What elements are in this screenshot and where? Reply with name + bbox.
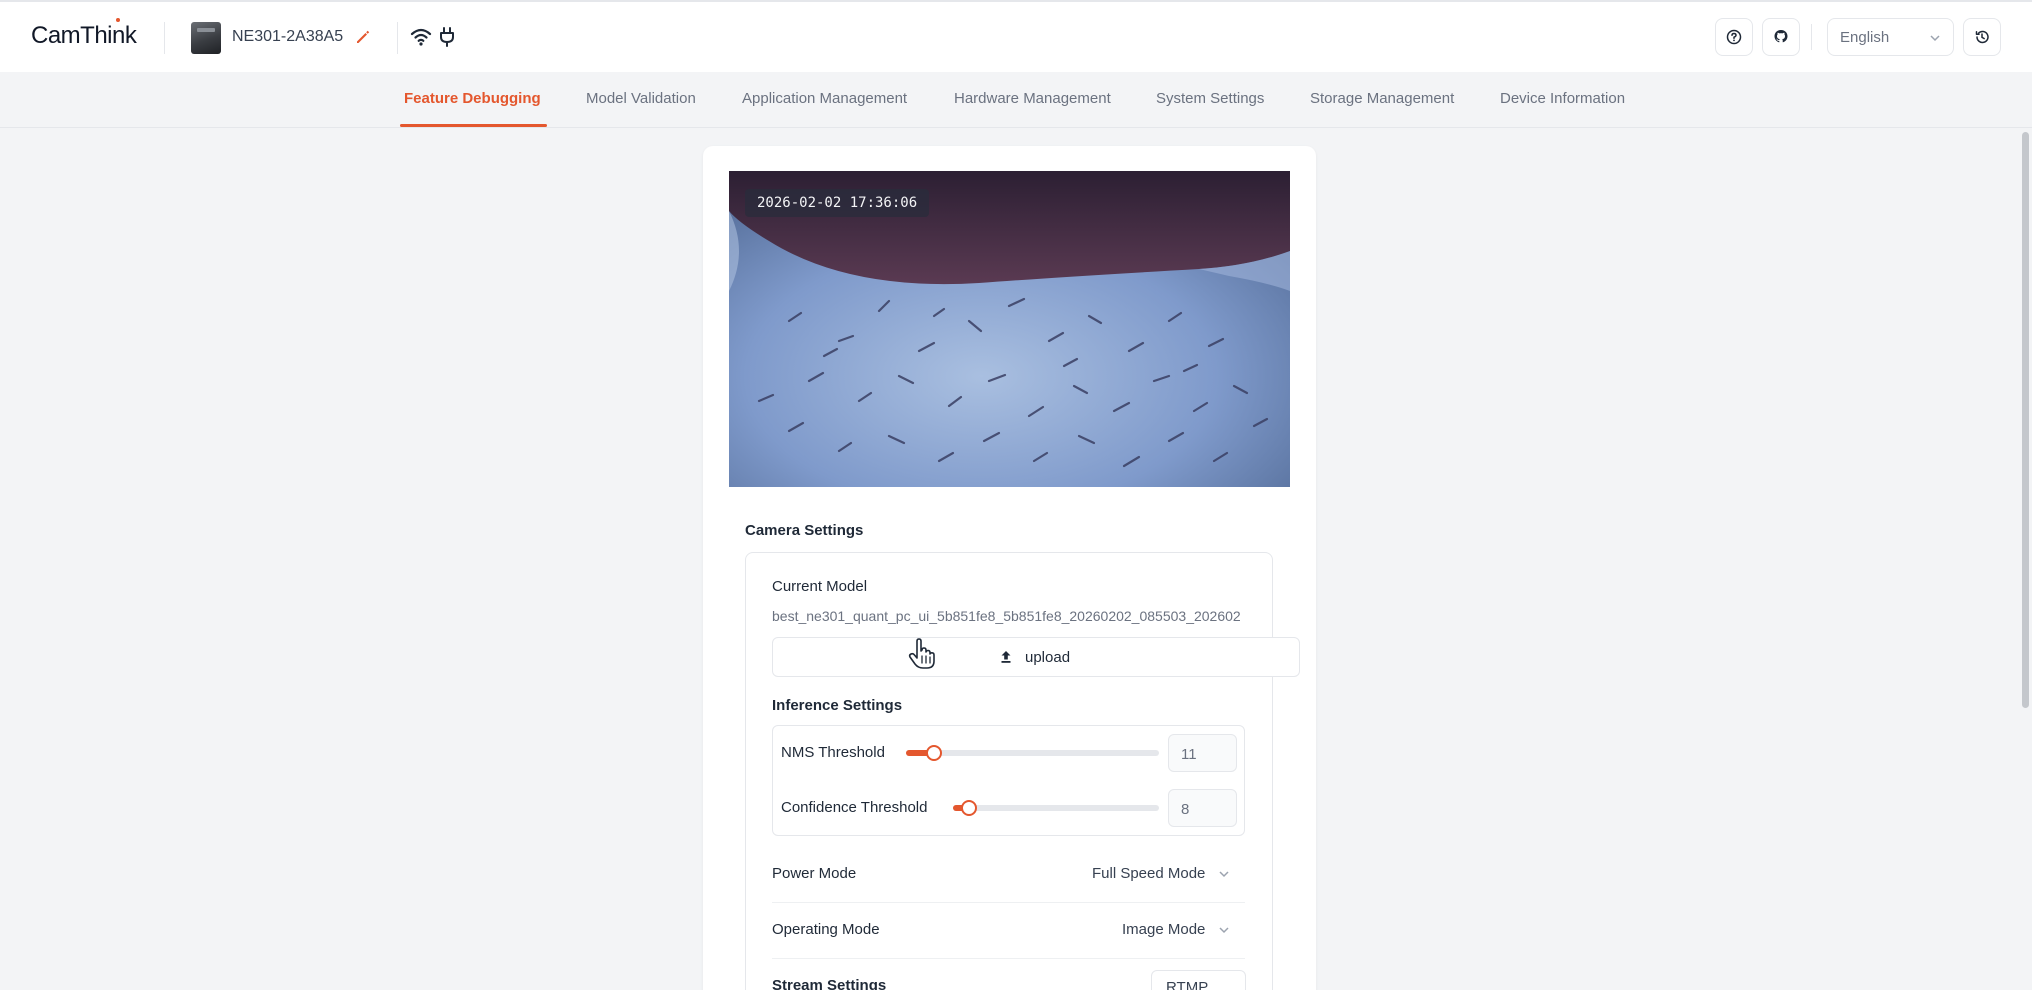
nms-threshold-handle[interactable] bbox=[926, 745, 942, 761]
github-button[interactable] bbox=[1762, 18, 1800, 56]
confidence-threshold-input[interactable]: 8 bbox=[1168, 789, 1237, 827]
confidence-threshold-label: Confidence Threshold bbox=[781, 799, 928, 816]
device-image bbox=[191, 22, 221, 54]
divider bbox=[1811, 24, 1812, 50]
current-model-label: Current Model bbox=[772, 578, 868, 595]
inference-settings-title: Inference Settings bbox=[772, 697, 903, 714]
upload-icon bbox=[1001, 651, 1011, 663]
camera-preview bbox=[729, 171, 1290, 487]
stream-settings-label: Stream Settings bbox=[772, 977, 887, 990]
confidence-threshold-handle[interactable] bbox=[961, 800, 977, 816]
tab-system-settings[interactable]: System Settings bbox=[1156, 90, 1264, 107]
github-icon bbox=[1774, 30, 1788, 43]
camera-settings-title: Camera Settings bbox=[745, 522, 864, 539]
power-mode-select[interactable]: Full Speed Mode bbox=[1092, 865, 1205, 882]
tab-hardware-management[interactable]: Hardware Management bbox=[954, 90, 1111, 107]
upload-label: upload bbox=[1025, 649, 1071, 666]
confidence-threshold-slider[interactable] bbox=[953, 805, 1159, 811]
main-tabs: Feature Debugging Model Validation Appli… bbox=[0, 72, 2032, 128]
plug-icon bbox=[440, 27, 454, 47]
nms-threshold-label: NMS Threshold bbox=[781, 744, 885, 761]
pencil-icon[interactable] bbox=[354, 28, 372, 46]
chevron-down-icon[interactable] bbox=[1218, 925, 1230, 935]
history-icon bbox=[1975, 30, 1989, 44]
chevron-down-icon bbox=[1930, 35, 1940, 42]
divider bbox=[164, 22, 165, 54]
tab-storage-management[interactable]: Storage Management bbox=[1310, 90, 1454, 107]
logo: CamThink bbox=[31, 18, 137, 50]
tab-feature-debugging[interactable]: Feature Debugging bbox=[404, 90, 541, 107]
language-select[interactable]: English bbox=[1827, 18, 1954, 56]
operating-mode-label: Operating Mode bbox=[772, 921, 880, 938]
top-bar: CamThink NE301-2A38A5 English bbox=[0, 0, 2032, 72]
divider bbox=[397, 22, 398, 54]
confidence-threshold-value: 8 bbox=[1181, 801, 1190, 818]
operating-mode-select[interactable]: Image Mode bbox=[1122, 921, 1205, 938]
camera-frame-image bbox=[729, 171, 1290, 487]
active-tab-indicator bbox=[400, 124, 547, 127]
chevron-down-icon[interactable] bbox=[1218, 869, 1230, 879]
help-icon bbox=[1726, 29, 1742, 45]
history-button[interactable] bbox=[1963, 18, 2001, 56]
divider bbox=[772, 902, 1245, 903]
scrollbar-thumb[interactable] bbox=[2022, 132, 2029, 708]
nms-threshold-input[interactable]: 11 bbox=[1168, 734, 1237, 772]
current-model-value: best_ne301_quant_pc_ui_5b851fe8_5b851fe8… bbox=[772, 608, 1241, 624]
help-button[interactable] bbox=[1715, 18, 1753, 56]
tab-application-management[interactable]: Application Management bbox=[742, 90, 907, 107]
power-mode-label: Power Mode bbox=[772, 865, 857, 882]
nms-threshold-value: 11 bbox=[1181, 746, 1197, 763]
language-value: English bbox=[1840, 29, 1890, 46]
stream-protocol-select[interactable]: RTMP bbox=[1151, 970, 1246, 990]
stream-protocol-value: RTMP bbox=[1166, 979, 1209, 990]
wifi-icon bbox=[410, 28, 432, 46]
device-name: NE301-2A38A5 bbox=[232, 28, 344, 45]
nms-threshold-slider[interactable] bbox=[906, 750, 1159, 756]
tab-model-validation[interactable]: Model Validation bbox=[586, 90, 696, 107]
tab-device-information[interactable]: Device Information bbox=[1500, 90, 1625, 107]
hand-cursor-icon bbox=[908, 638, 935, 669]
preview-timestamp: 2026-02-02 17:36:06 bbox=[745, 189, 930, 217]
divider bbox=[772, 958, 1245, 959]
upload-button[interactable]: upload bbox=[772, 637, 1300, 677]
